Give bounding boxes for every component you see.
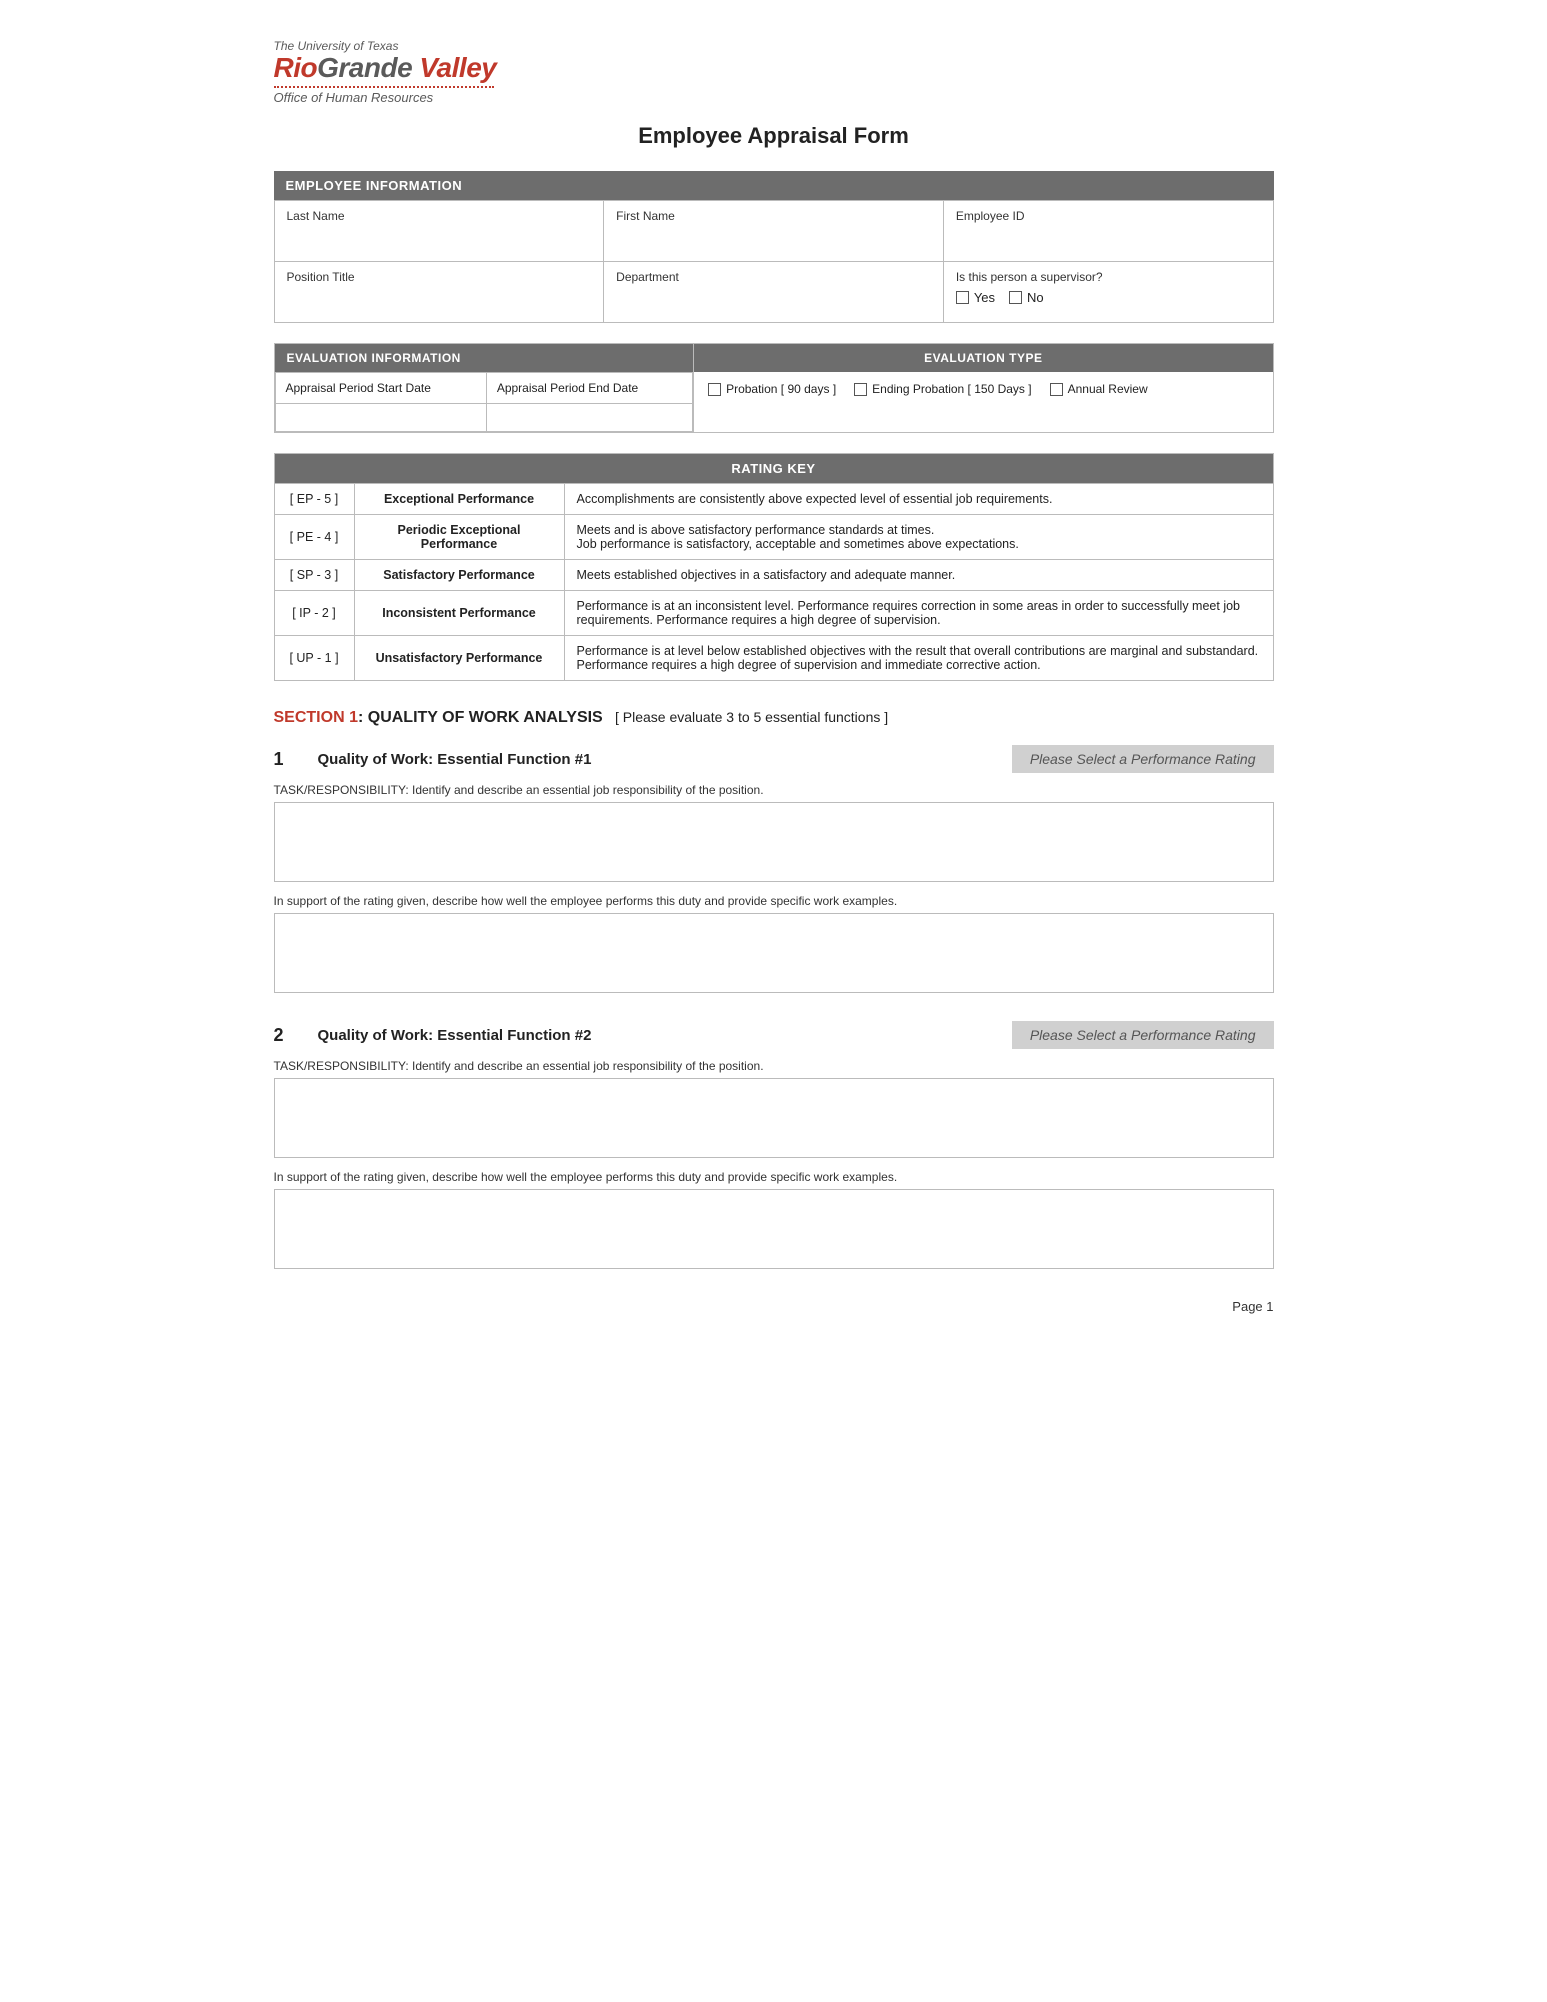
rating-row: [ PE - 4 ] Periodic Exceptional Performa…: [274, 515, 1273, 560]
qow-support-textarea-2[interactable]: [274, 1189, 1274, 1269]
annual-review-label: Annual Review: [1068, 382, 1148, 396]
logo-divider: [274, 86, 494, 88]
probation-label: Probation [ 90 days ]: [726, 382, 836, 396]
rating-code: [ UP - 1 ]: [274, 636, 354, 681]
employee-info-section: EMPLOYEE INFORMATION Last Name First Nam…: [274, 171, 1274, 323]
rating-name: Inconsistent Performance: [354, 591, 564, 636]
rating-description: Performance is at level below establishe…: [564, 636, 1273, 681]
qow-support-label-1: In support of the rating given, describe…: [274, 894, 1274, 908]
rating-row: [ SP - 3 ] Satisfactory Performance Meet…: [274, 560, 1273, 591]
qow-task-label-2: TASK/RESPONSIBILITY: Identify and descri…: [274, 1059, 1274, 1073]
eval-type-content: Probation [ 90 days ] Ending Probation […: [694, 372, 1272, 406]
no-label: No: [1027, 290, 1044, 305]
rating-description: Performance is at an inconsistent level.…: [564, 591, 1273, 636]
start-date-label: Appraisal Period Start Date: [275, 373, 486, 404]
yes-checkbox[interactable]: [956, 291, 969, 304]
section1: SECTION 1: QUALITY OF WORK ANALYSIS [ Pl…: [274, 709, 1274, 1269]
page-title: Employee Appraisal Form: [274, 123, 1274, 149]
qow-task-textarea-2[interactable]: [274, 1078, 1274, 1158]
rating-code: [ SP - 3 ]: [274, 560, 354, 591]
rating-name: Satisfactory Performance: [354, 560, 564, 591]
rating-name: Periodic Exceptional Performance: [354, 515, 564, 560]
probation-checkbox-item[interactable]: Probation [ 90 days ]: [708, 382, 836, 396]
qow-title-1: Quality of Work: Essential Function #1: [318, 751, 592, 768]
rating-key-header: RATING KEY: [274, 454, 1273, 484]
rating-description: Meets and is above satisfactory performa…: [564, 515, 1273, 560]
eval-inner-table: Appraisal Period Start Date Appraisal Pe…: [275, 372, 694, 432]
section1-main: QUALITY OF WORK ANALYSIS: [368, 709, 603, 726]
first-name-label: First Name: [616, 209, 931, 223]
rating-code: [ PE - 4 ]: [274, 515, 354, 560]
position-title-label: Position Title: [287, 270, 592, 284]
qow-task-label-1: TASK/RESPONSIBILITY: Identify and descri…: [274, 783, 1274, 797]
employee-info-header: EMPLOYEE INFORMATION: [274, 171, 1274, 200]
logo-ohr: Office of Human Resources: [274, 91, 1274, 105]
qow-number-1: 1: [274, 749, 294, 770]
rating-description: Accomplishments are consistently above e…: [564, 484, 1273, 515]
no-checkbox[interactable]: [1009, 291, 1022, 304]
section1-sub: [ Please evaluate 3 to 5 essential funct…: [607, 709, 888, 725]
evaluation-section: EVALUATION INFORMATION Appraisal Period …: [274, 343, 1274, 433]
rating-key-section: RATING KEY [ EP - 5 ] Exceptional Perfor…: [274, 453, 1274, 681]
university-logo: The University of Texas RioGrande Valley…: [274, 40, 1274, 105]
qow-header-2: 2 Quality of Work: Essential Function #2…: [274, 1021, 1274, 1049]
logo-line2: RioGrande Valley: [274, 53, 1274, 84]
annual-review-checkbox-item[interactable]: Annual Review: [1050, 382, 1148, 396]
rating-code: [ EP - 5 ]: [274, 484, 354, 515]
ending-probation-checkbox[interactable]: [854, 383, 867, 396]
employee-id-label: Employee ID: [956, 209, 1261, 223]
qow-task-textarea-1[interactable]: [274, 802, 1274, 882]
rating-name: Unsatisfactory Performance: [354, 636, 564, 681]
qow-function-1: 1 Quality of Work: Essential Function #1…: [274, 745, 1274, 993]
evaluation-outer-table: EVALUATION INFORMATION Appraisal Period …: [274, 343, 1274, 433]
department-label: Department: [616, 270, 931, 284]
eval-info-header: EVALUATION INFORMATION: [275, 344, 694, 372]
supervisor-label: Is this person a supervisor?: [956, 270, 1261, 284]
last-name-label: Last Name: [287, 209, 592, 223]
qow-rating-button-2[interactable]: Please Select a Performance Rating: [1012, 1021, 1274, 1049]
qow-support-label-2: In support of the rating given, describe…: [274, 1170, 1274, 1184]
end-date-label: Appraisal Period End Date: [486, 373, 692, 404]
ending-probation-label: Ending Probation [ 150 Days ]: [872, 382, 1031, 396]
employee-info-table: Last Name First Name Employee ID Positio…: [274, 200, 1274, 323]
section1-colon: :: [358, 709, 368, 726]
section1-label: SECTION 1: [274, 709, 358, 726]
rating-name: Exceptional Performance: [354, 484, 564, 515]
rating-description: Meets established objectives in a satisf…: [564, 560, 1273, 591]
eval-type-header: EVALUATION TYPE: [694, 344, 1272, 372]
rating-key-table: RATING KEY [ EP - 5 ] Exceptional Perfor…: [274, 453, 1274, 681]
section1-heading: SECTION 1: QUALITY OF WORK ANALYSIS [ Pl…: [274, 709, 1274, 727]
qow-number-2: 2: [274, 1025, 294, 1046]
yes-label: Yes: [974, 290, 995, 305]
probation-checkbox[interactable]: [708, 383, 721, 396]
qow-functions: 1 Quality of Work: Essential Function #1…: [274, 745, 1274, 1269]
qow-title-2: Quality of Work: Essential Function #2: [318, 1027, 592, 1044]
qow-header-1: 1 Quality of Work: Essential Function #1…: [274, 745, 1274, 773]
rating-row: [ UP - 1 ] Unsatisfactory Performance Pe…: [274, 636, 1273, 681]
rating-code: [ IP - 2 ]: [274, 591, 354, 636]
page-number: Page 1: [274, 1299, 1274, 1314]
annual-review-checkbox[interactable]: [1050, 383, 1063, 396]
qow-function-2: 2 Quality of Work: Essential Function #2…: [274, 1021, 1274, 1269]
rating-row: [ IP - 2 ] Inconsistent Performance Perf…: [274, 591, 1273, 636]
logo-area: The University of Texas RioGrande Valley…: [274, 40, 1274, 105]
qow-rating-button-1[interactable]: Please Select a Performance Rating: [1012, 745, 1274, 773]
ending-probation-checkbox-item[interactable]: Ending Probation [ 150 Days ]: [854, 382, 1031, 396]
supervisor-no[interactable]: No: [1009, 290, 1044, 305]
qow-support-textarea-1[interactable]: [274, 913, 1274, 993]
rating-row: [ EP - 5 ] Exceptional Performance Accom…: [274, 484, 1273, 515]
supervisor-yes[interactable]: Yes: [956, 290, 995, 305]
